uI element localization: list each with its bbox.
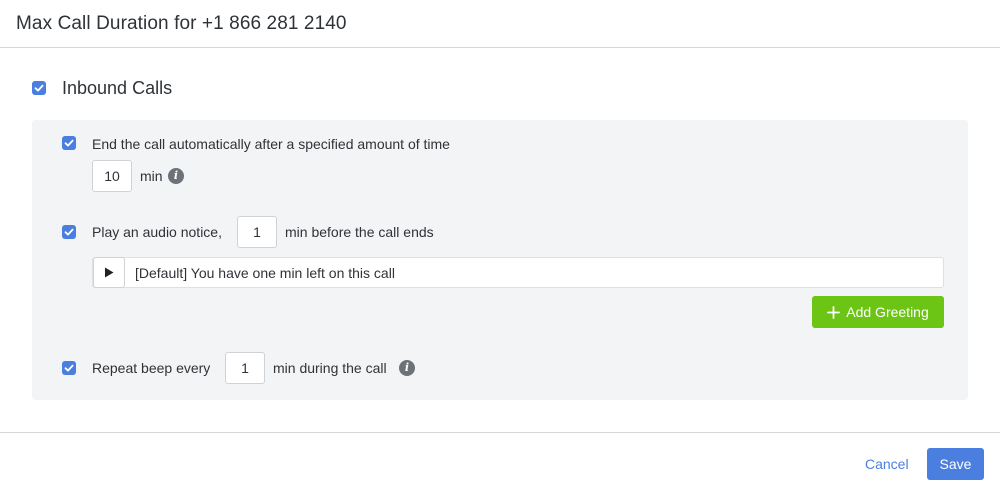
greeting-player: [Default] You have one min left on this … — [92, 257, 944, 288]
audio-notice-label-after: min before the call ends — [285, 224, 434, 240]
repeat-beep-minutes-input[interactable] — [225, 352, 265, 384]
plus-icon — [827, 305, 841, 319]
check-icon — [64, 364, 74, 372]
greeting-name: [Default] You have one min left on this … — [135, 265, 395, 281]
check-icon — [34, 84, 44, 92]
inbound-calls-checkbox[interactable] — [32, 81, 46, 95]
add-greeting-button[interactable]: Add Greeting — [812, 296, 944, 328]
dialog-header: Max Call Duration for +1 866 281 2140 — [0, 0, 1000, 48]
cancel-button[interactable]: Cancel — [865, 456, 909, 472]
info-icon[interactable]: i — [168, 168, 184, 184]
play-button[interactable] — [93, 257, 125, 288]
check-icon — [64, 228, 74, 236]
end-call-unit-label: min — [140, 168, 163, 184]
info-icon[interactable]: i — [399, 360, 415, 376]
inbound-calls-label: Inbound Calls — [62, 78, 173, 98]
save-button[interactable]: Save — [927, 448, 984, 480]
dialog-title: Max Call Duration for +1 866 281 2140 — [16, 13, 347, 34]
add-greeting-label: Add Greeting — [846, 304, 929, 320]
repeat-beep-label-before: Repeat beep every — [92, 360, 211, 376]
end-call-checkbox[interactable] — [62, 136, 76, 150]
repeat-beep-checkbox[interactable] — [62, 361, 76, 375]
audio-notice-minutes-input[interactable] — [237, 216, 277, 248]
repeat-beep-label-after: min during the call — [273, 360, 387, 376]
footer-divider — [0, 432, 1000, 433]
end-call-minutes-input[interactable] — [92, 160, 132, 192]
audio-notice-label-before: Play an audio notice, — [92, 224, 222, 240]
check-icon — [64, 139, 74, 147]
end-call-label: End the call automatically after a speci… — [92, 136, 450, 152]
audio-notice-checkbox[interactable] — [62, 225, 76, 239]
play-icon — [105, 267, 114, 278]
